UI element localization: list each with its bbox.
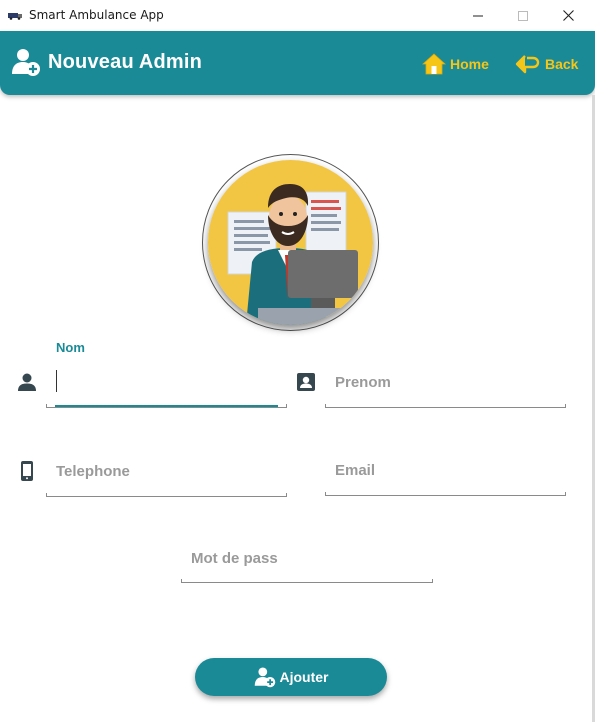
email-input[interactable]: Email [325,446,566,496]
home-label: Home [450,56,489,72]
prenom-input[interactable]: Prenom [325,358,566,408]
add-user-icon [12,49,40,76]
page-title: Nouveau Admin [48,51,203,73]
telephone-placeholder: Telephone [56,463,130,480]
back-arrow-icon [515,55,540,74]
email-underline [325,492,566,496]
minimize-icon [473,15,483,16]
password-underline [181,579,433,583]
app-logo-icon [8,13,22,20]
phone-icon [21,461,33,481]
password-placeholder: Mot de pass [191,550,278,567]
minimize-button[interactable] [455,0,501,31]
maximize-button[interactable] [500,0,546,31]
prenom-placeholder: Prenom [335,374,391,391]
window-titlebar: Smart Ambulance App [0,0,595,31]
contact-card-icon [297,373,315,391]
nom-underline [46,404,287,408]
text-cursor [56,370,57,392]
close-icon [562,10,574,21]
nom-label: Nom [56,340,85,355]
maximize-icon [518,10,528,21]
back-label: Back [545,56,579,72]
telephone-input[interactable]: Telephone [46,447,287,497]
admin-illustration [208,160,373,325]
telephone-underline [46,493,287,497]
email-placeholder: Email [335,462,376,479]
close-button[interactable] [545,0,591,31]
admin-avatar [208,160,373,325]
app-header: Nouveau Admin Home Back [0,31,595,95]
person-icon [18,373,36,391]
back-button[interactable]: Back [515,51,578,77]
home-icon [422,53,446,75]
password-input[interactable]: Mot de pass [181,534,433,583]
prenom-underline [325,404,566,408]
window-title: Smart Ambulance App [29,8,164,22]
ajouter-button[interactable]: Ajouter [195,658,387,696]
add-user-icon [254,667,275,688]
nom-focus-indicator [55,405,278,407]
home-button[interactable]: Home [422,51,489,77]
ajouter-label: Ajouter [279,669,329,685]
nom-input[interactable] [46,358,287,408]
